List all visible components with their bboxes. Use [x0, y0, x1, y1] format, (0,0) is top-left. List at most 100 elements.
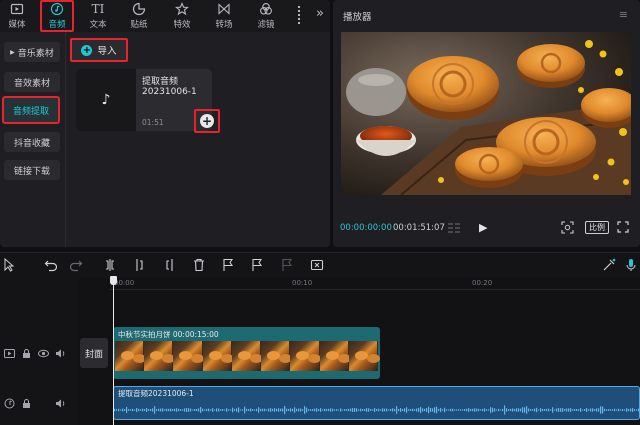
volume-icon[interactable]: [55, 348, 66, 359]
video-preview[interactable]: [341, 32, 631, 195]
waveform-bar: [606, 409, 608, 411]
waveform-bar: [544, 409, 546, 411]
import-button[interactable]: + 导入: [70, 38, 128, 62]
playhead[interactable]: [113, 278, 114, 425]
select-tool[interactable]: [2, 257, 16, 272]
filter-icon: [260, 3, 272, 15]
waveform-bar: [638, 408, 639, 412]
tab-filter[interactable]: 滤镜: [249, 0, 283, 32]
tab-effects[interactable]: 特效: [165, 0, 199, 32]
split-button[interactable]: [103, 258, 117, 272]
sidebar-item-label: 音频提取: [12, 106, 49, 117]
waveform-bar: [178, 408, 180, 412]
waveform-bar: [526, 406, 528, 414]
waveform-bar: [350, 408, 352, 412]
waveform-bar: [370, 409, 372, 411]
waveform-bar: [452, 408, 454, 412]
waveform-bar: [184, 408, 186, 412]
waveform-bar: [582, 409, 584, 411]
marker-button[interactable]: [250, 258, 264, 272]
lock-icon[interactable]: [21, 398, 32, 409]
waveform-bar: [382, 408, 384, 412]
audio-track-icon[interactable]: [4, 398, 15, 409]
fit-screen-icon[interactable]: [561, 221, 574, 234]
sidebar-item-douyin-favorites[interactable]: 抖音收藏: [4, 132, 60, 152]
waveform-bar: [538, 409, 540, 411]
volume-icon[interactable]: [55, 398, 66, 409]
waveform-bar: [336, 409, 338, 411]
sidebar-item-link-download[interactable]: 链接下载: [4, 160, 60, 180]
waveform-bar: [512, 408, 514, 412]
audio-clip[interactable]: 提取音频20231006-1: [113, 386, 640, 420]
import-label: 导入: [97, 46, 117, 57]
waveform-bar: [224, 409, 226, 411]
time-ruler[interactable]: 00:00 00:10 00:20: [110, 278, 640, 290]
tab-transition[interactable]: 转场: [207, 0, 241, 32]
undo-button[interactable]: [44, 258, 58, 272]
ratio-button[interactable]: 比例: [585, 221, 609, 234]
ai-magic-button[interactable]: [602, 258, 616, 272]
eye-icon[interactable]: [38, 348, 49, 359]
waveform-bar: [276, 408, 278, 412]
flag-disabled-icon: [282, 258, 293, 271]
sidebar-item-music[interactable]: ▶ 音乐素材: [4, 42, 60, 62]
fullscreen-icon[interactable]: [617, 221, 629, 233]
add-to-track-button[interactable]: +: [194, 109, 220, 133]
waveform-bar: [146, 408, 148, 412]
waveform-bar: [484, 408, 486, 412]
sidebar: ▶ 音乐素材 音效素材 音频提取 抖音收藏 链接下载: [0, 32, 66, 247]
sticker-icon: [132, 2, 146, 16]
redo-button[interactable]: [69, 258, 83, 272]
video-clip-label: 中秋节实拍月饼 00:00:15:00: [118, 330, 219, 339]
extracted-audio-card[interactable]: ♪ 提取音频 20231006-1 01:51 +: [76, 69, 220, 133]
video-clip[interactable]: 中秋节实拍月饼 00:00:15:00: [113, 327, 380, 379]
waveform-bar: [308, 409, 310, 411]
video-frame-thumb: [261, 341, 291, 371]
waveform-bar: [304, 406, 306, 414]
more-vert-icon[interactable]: [298, 6, 300, 24]
waveform-bar: [296, 408, 298, 412]
waveform-bar: [600, 406, 602, 414]
split-right-button[interactable]: [162, 258, 176, 272]
waveform-bar: [594, 409, 596, 411]
tabs-expand-icon[interactable]: »: [316, 6, 324, 21]
lock-icon[interactable]: [21, 348, 32, 359]
delete-button[interactable]: [192, 258, 206, 272]
waveform-bar: [252, 409, 254, 411]
waveform-bar: [190, 408, 192, 412]
waveform-bar: [268, 408, 270, 412]
marker-disabled-button[interactable]: [280, 258, 294, 272]
video-track-icon[interactable]: [4, 348, 15, 359]
waveform-bar: [624, 409, 626, 411]
microphone-button[interactable]: [624, 258, 638, 272]
play-button[interactable]: ▶: [479, 221, 487, 234]
sidebar-item-sfx[interactable]: 音效素材: [4, 72, 60, 92]
split-left-button[interactable]: [133, 258, 147, 272]
waveform-bar: [422, 408, 424, 412]
tab-audio[interactable]: 音频: [40, 0, 74, 32]
tab-media[interactable]: 媒体: [0, 0, 34, 32]
waveform-bar: [262, 408, 264, 412]
waveform-bar: [316, 408, 318, 412]
tab-text[interactable]: TI 文本: [81, 0, 115, 32]
waveform-bar: [128, 409, 130, 411]
screenshot-button[interactable]: [310, 258, 324, 272]
waveform-bar: [206, 408, 208, 412]
waveform-bar: [626, 408, 628, 412]
waveform-bar: [270, 408, 272, 412]
timecode-list-icon[interactable]: [447, 222, 461, 234]
menu-icon[interactable]: ≡: [619, 8, 628, 21]
waveform-bar: [264, 408, 266, 412]
waveform-bar: [482, 408, 484, 412]
audio-track-controls: [4, 398, 66, 409]
cover-button[interactable]: 封面: [80, 338, 108, 368]
video-frame-thumb: [202, 341, 232, 371]
tab-sticker[interactable]: 贴纸: [122, 0, 156, 32]
waveform-bar: [548, 408, 550, 412]
sidebar-item-extract-audio[interactable]: 音频提取: [2, 96, 60, 124]
waveform-bar: [506, 408, 508, 412]
auto-mark-button[interactable]: [221, 258, 235, 272]
waveform-bar: [124, 409, 126, 411]
media-area: + 导入 ♪ 提取音频 20231006-1 01:51 +: [66, 32, 330, 247]
waveform-bar: [306, 407, 308, 413]
